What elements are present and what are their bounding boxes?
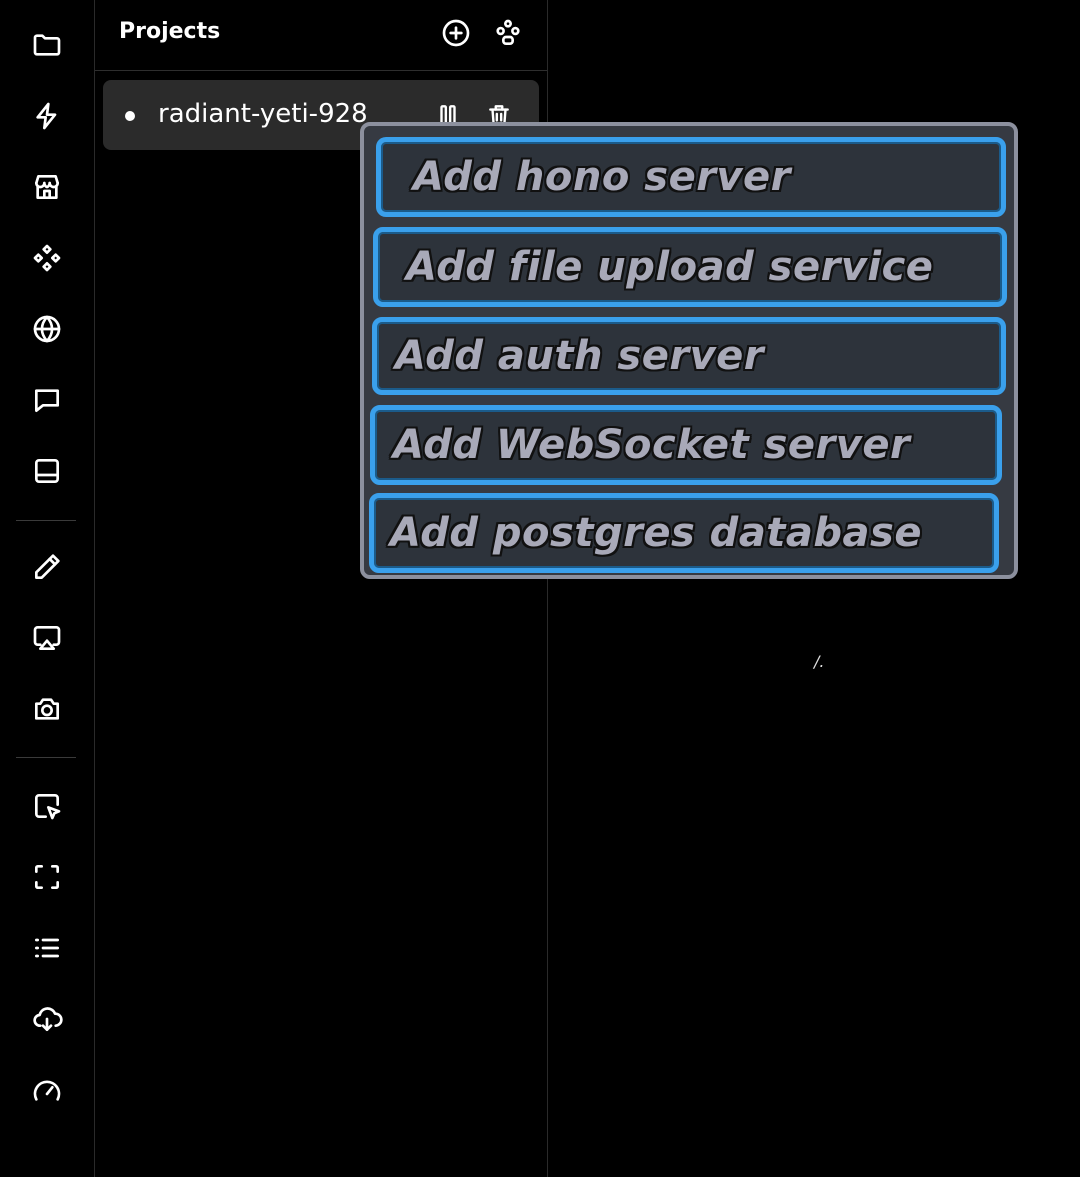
menu-item-add-auth-server[interactable]: Add auth server <box>372 317 1006 395</box>
add-service-menu: Add hono server Add file upload service … <box>360 122 1018 579</box>
menu-item-add-websocket-server[interactable]: Add WebSocket server <box>370 405 1002 485</box>
add-circle-icon[interactable] <box>439 16 473 50</box>
pencil-icon[interactable] <box>29 549 65 585</box>
nodes-icon[interactable] <box>491 16 525 50</box>
cloud-download-icon[interactable] <box>29 1001 65 1037</box>
rail-divider <box>16 520 76 521</box>
pointer-select-icon[interactable] <box>29 788 65 824</box>
page-title: Projects <box>119 19 221 44</box>
scan-icon[interactable] <box>29 859 65 895</box>
components-icon[interactable] <box>29 240 65 276</box>
status-dot <box>125 111 135 121</box>
gauge-icon[interactable] <box>29 1072 65 1108</box>
icon-rail <box>0 0 95 1177</box>
projects-header: Projects <box>95 0 547 71</box>
list-icon[interactable] <box>29 930 65 966</box>
menu-item-add-hono-server[interactable]: Add hono server <box>376 137 1006 217</box>
airplay-icon[interactable] <box>29 620 65 656</box>
store-icon[interactable] <box>29 169 65 205</box>
menu-item-add-file-upload-service[interactable]: Add file upload service <box>373 227 1007 307</box>
camera-icon[interactable] <box>29 691 65 727</box>
globe-icon[interactable] <box>29 311 65 347</box>
panel-bottom-icon[interactable] <box>29 453 65 489</box>
rail-divider <box>16 757 76 758</box>
bolt-icon[interactable] <box>29 98 65 134</box>
menu-item-add-postgres-database[interactable]: Add postgres database <box>369 493 999 573</box>
message-icon[interactable] <box>29 382 65 418</box>
canvas-mark: /. <box>814 652 825 671</box>
project-name: radiant-yeti-928 <box>158 99 368 129</box>
folder-icon[interactable] <box>29 27 65 63</box>
